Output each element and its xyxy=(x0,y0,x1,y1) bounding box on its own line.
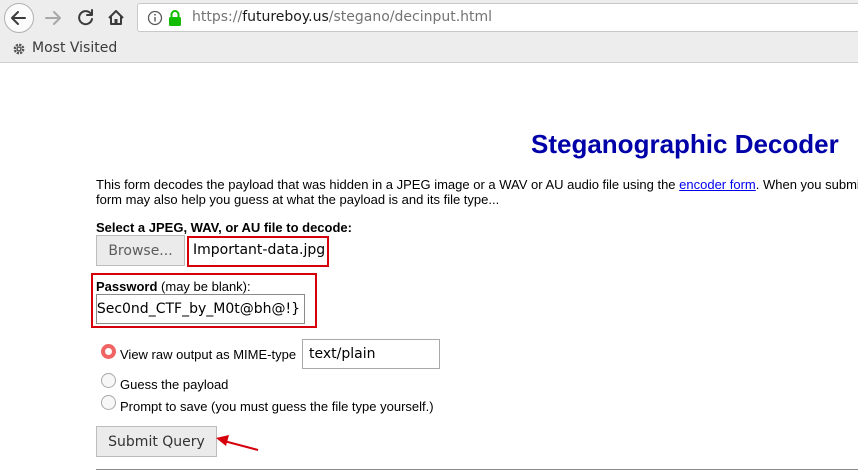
radio-guess-payload[interactable] xyxy=(101,373,116,388)
gear-icon xyxy=(13,43,25,55)
home-button[interactable] xyxy=(102,3,132,33)
file-select-label: Select a JPEG, WAV, or AU file to decode… xyxy=(96,220,352,235)
browse-button[interactable]: Browse... xyxy=(96,235,185,266)
url-prefix: https:// xyxy=(192,9,243,25)
intro-line-1: This form decodes the payload that was h… xyxy=(96,177,858,192)
password-label-bold: Password xyxy=(96,279,158,294)
forward-button[interactable] xyxy=(40,3,70,33)
radio-prompt-save-label: Prompt to save (you must guess the file … xyxy=(120,399,434,414)
password-value: Sec0nd_CTF_by_M0t@bh@!} xyxy=(96,301,300,317)
red-arrow-annotation-icon xyxy=(216,435,259,451)
browser-toolbar: https://futureboy.us/stegano/decinput.ht… xyxy=(0,0,858,36)
selected-file-name: Important-data.jpg xyxy=(193,242,326,258)
radio-view-raw[interactable] xyxy=(101,344,116,359)
reload-button[interactable] xyxy=(72,3,102,33)
url-bar[interactable]: https://futureboy.us/stegano/decinput.ht… xyxy=(137,3,858,32)
bookmarks-bar: Most Visited xyxy=(0,36,858,63)
intro-text-before-link: This form decodes the payload that was h… xyxy=(96,177,680,192)
encoder-form-link[interactable]: encoder form xyxy=(679,177,756,192)
arrow-right-icon xyxy=(45,11,61,25)
radio-view-raw-label: View raw output as MIME-type xyxy=(120,347,297,362)
mime-type-value: text/plain xyxy=(309,346,376,362)
arrow-left-icon xyxy=(11,11,26,25)
url-text[interactable]: https://futureboy.us/stegano/decinput.ht… xyxy=(192,9,492,25)
intro-line-2: form may also help you guess at what the… xyxy=(96,192,500,207)
home-icon xyxy=(108,10,124,25)
reload-icon xyxy=(78,9,93,26)
url-host: futureboy.us xyxy=(242,9,329,25)
bookmark-most-visited[interactable]: Most Visited xyxy=(32,40,117,56)
intro-text: This form decodes the payload that was h… xyxy=(96,177,858,207)
info-icon[interactable] xyxy=(147,10,163,26)
password-hint: (may be blank): xyxy=(157,279,251,294)
lock-icon[interactable] xyxy=(168,9,182,27)
radio-guess-payload-label: Guess the payload xyxy=(120,377,229,392)
radio-prompt-save[interactable] xyxy=(101,395,116,410)
password-input[interactable]: Sec0nd_CTF_by_M0t@bh@!} xyxy=(96,294,305,324)
submit-query-button[interactable]: Submit Query xyxy=(96,426,217,457)
divider xyxy=(96,469,858,470)
password-label: Password (may be blank): xyxy=(96,279,251,294)
mime-type-input[interactable]: text/plain xyxy=(302,339,440,369)
back-button[interactable] xyxy=(4,3,34,33)
page-title: Steganographic Decoder xyxy=(531,129,839,159)
intro-text-after-link: . When you submit xyxy=(755,177,858,192)
url-path: /stegano/decinput.html xyxy=(328,9,493,25)
